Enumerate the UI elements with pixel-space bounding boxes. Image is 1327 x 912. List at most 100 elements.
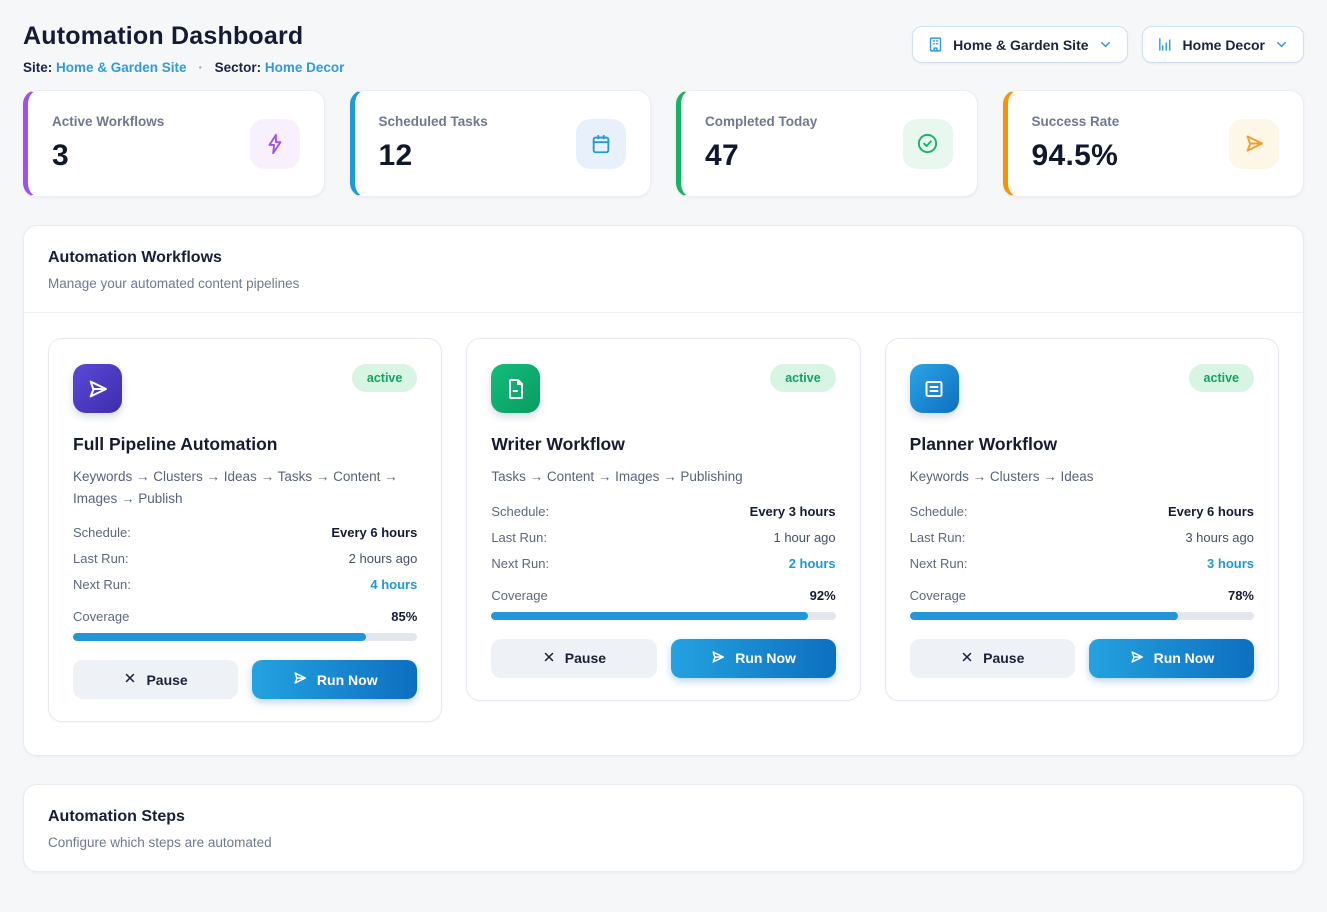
stat-value: 3: [52, 139, 164, 173]
pause-button[interactable]: Pause: [910, 639, 1075, 678]
stat-value: 94.5%: [1032, 139, 1120, 173]
site-selector-label: Home & Garden Site: [953, 37, 1088, 53]
send-icon: [73, 364, 122, 413]
workflow-title: Planner Workflow: [910, 434, 1254, 455]
next-run-row: Next Run: 4 hours: [73, 577, 417, 592]
last-run-value: 2 hours ago: [349, 551, 418, 566]
file-text-icon: [491, 364, 540, 413]
check-circle-icon: [903, 119, 953, 169]
coverage-row: Coverage 85%: [73, 609, 417, 624]
workflow-card-full-pipeline: active Full Pipeline Automation Keywords…: [48, 338, 442, 722]
separator-dot: ·: [198, 60, 203, 75]
section-subtitle: Manage your automated content pipelines: [48, 276, 1279, 291]
stat-label: Success Rate: [1032, 114, 1120, 129]
stat-label: Completed Today: [705, 114, 817, 129]
page-title: Automation Dashboard: [23, 22, 344, 51]
schedule-row: Schedule: Every 6 hours: [73, 525, 417, 540]
workflow-pipeline: Tasks → Content → Images → Publishing: [491, 466, 835, 488]
stat-card-scheduled-tasks: Scheduled Tasks 12: [350, 90, 652, 197]
section-header: Automation Steps Configure which steps a…: [24, 785, 1303, 871]
coverage-value: 92%: [810, 588, 836, 603]
run-now-button[interactable]: Run Now: [252, 660, 417, 699]
last-run-value: 3 hours ago: [1185, 530, 1254, 545]
status-badge: active: [770, 364, 835, 392]
close-icon: [123, 671, 137, 688]
workflow-card-planner: active Planner Workflow Keywords → Clust…: [885, 338, 1279, 701]
chevron-down-icon: [1274, 37, 1289, 52]
workflow-card-writer: active Writer Workflow Tasks → Content →…: [466, 338, 860, 701]
next-run-value: 4 hours: [370, 577, 417, 592]
send-icon: [1229, 119, 1279, 169]
sector-selector-dropdown[interactable]: Home Decor: [1142, 26, 1304, 63]
stat-card-completed-today: Completed Today 47: [676, 90, 978, 197]
next-run-row: Next Run: 2 hours: [491, 556, 835, 571]
page-header: Automation Dashboard Site: Home & Garden…: [23, 22, 1304, 75]
sector-label: Sector:: [215, 60, 262, 75]
close-icon: [960, 650, 974, 667]
zap-icon: [250, 119, 300, 169]
last-run-row: Last Run: 1 hour ago: [491, 530, 835, 545]
site-value: Home & Garden Site: [56, 60, 187, 75]
next-run-value: 2 hours: [789, 556, 836, 571]
last-run-row: Last Run: 2 hours ago: [73, 551, 417, 566]
schedule-value: Every 3 hours: [750, 504, 836, 519]
stats-row: Active Workflows 3 Scheduled Tasks 12 Co…: [23, 90, 1304, 197]
close-icon: [542, 650, 556, 667]
schedule-row: Schedule: Every 3 hours: [491, 504, 835, 519]
coverage-progress-fill: [910, 612, 1179, 620]
sector-selector-label: Home Decor: [1183, 37, 1265, 53]
section-title: Automation Workflows: [48, 249, 1279, 267]
schedule-value: Every 6 hours: [1168, 504, 1254, 519]
pause-button[interactable]: Pause: [73, 660, 238, 699]
schedule-value: Every 6 hours: [331, 525, 417, 540]
last-run-row: Last Run: 3 hours ago: [910, 530, 1254, 545]
site-selector-dropdown[interactable]: Home & Garden Site: [912, 26, 1127, 63]
coverage-progress-fill: [73, 633, 366, 641]
workflow-title: Writer Workflow: [491, 434, 835, 455]
stat-label: Active Workflows: [52, 114, 164, 129]
page-header-text: Automation Dashboard Site: Home & Garden…: [23, 22, 344, 75]
last-run-value: 1 hour ago: [773, 530, 835, 545]
coverage-row: Coverage 92%: [491, 588, 835, 603]
stat-card-success-rate: Success Rate 94.5%: [1003, 90, 1305, 197]
next-run-row: Next Run: 3 hours: [910, 556, 1254, 571]
pause-button[interactable]: Pause: [491, 639, 656, 678]
section-title: Automation Steps: [48, 808, 1279, 826]
workflow-pipeline: Keywords → Clusters → Ideas: [910, 466, 1254, 488]
chevron-down-icon: [1098, 37, 1113, 52]
automation-steps-section: Automation Steps Configure which steps a…: [23, 784, 1304, 872]
send-icon: [1129, 649, 1145, 668]
workflow-pipeline: Keywords → Clusters → Ideas → Tasks → Co…: [73, 466, 417, 509]
site-label: Site:: [23, 60, 52, 75]
status-badge: active: [352, 364, 417, 392]
stat-value: 12: [379, 139, 488, 173]
breadcrumb: Site: Home & Garden Site · Sector: Home …: [23, 60, 344, 75]
stat-label: Scheduled Tasks: [379, 114, 488, 129]
header-actions: Home & Garden Site Home Decor: [912, 26, 1304, 63]
section-subtitle: Configure which steps are automated: [48, 835, 1279, 850]
coverage-value: 85%: [391, 609, 417, 624]
next-run-value: 3 hours: [1207, 556, 1254, 571]
bar-chart-icon: [1157, 36, 1174, 53]
section-header: Automation Workflows Manage your automat…: [24, 226, 1303, 313]
coverage-progress-fill: [491, 612, 808, 620]
coverage-value: 78%: [1228, 588, 1254, 603]
stat-card-active-workflows: Active Workflows 3: [23, 90, 325, 197]
schedule-row: Schedule: Every 6 hours: [910, 504, 1254, 519]
workflow-grid: active Full Pipeline Automation Keywords…: [48, 338, 1279, 722]
status-badge: active: [1189, 364, 1254, 392]
run-now-button[interactable]: Run Now: [671, 639, 836, 678]
automation-workflows-section: Automation Workflows Manage your automat…: [23, 225, 1304, 756]
coverage-row: Coverage 78%: [910, 588, 1254, 603]
list-icon: [910, 364, 959, 413]
coverage-progressbar: [910, 612, 1254, 620]
sector-value: Home Decor: [265, 60, 345, 75]
building-icon: [927, 36, 944, 53]
workflow-title: Full Pipeline Automation: [73, 434, 417, 455]
send-icon: [710, 649, 726, 668]
coverage-progressbar: [73, 633, 417, 641]
stat-value: 47: [705, 139, 817, 173]
send-icon: [292, 670, 308, 689]
calendar-icon: [576, 119, 626, 169]
run-now-button[interactable]: Run Now: [1089, 639, 1254, 678]
